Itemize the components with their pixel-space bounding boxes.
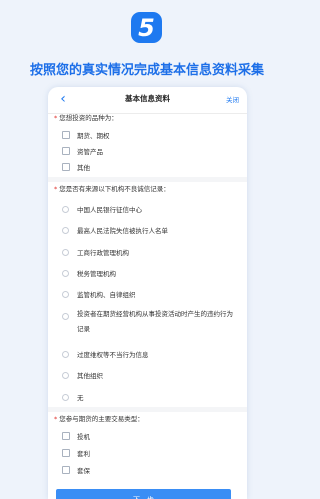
page-headline: 按照您的真实情况完成基本信息资料采集	[29, 63, 264, 78]
radio-option[interactable]: 无	[62, 392, 84, 402]
checkbox[interactable]	[62, 163, 70, 171]
nav-bar: ‹ 基本信息资料 关闭	[48, 87, 247, 114]
checkbox-option[interactable]: 期货、期权	[62, 130, 110, 140]
radio-button[interactable]	[62, 290, 69, 298]
checkbox-option[interactable]: 其他	[62, 162, 90, 172]
checkbox[interactable]	[62, 131, 70, 139]
step-number-badge: 5	[131, 12, 162, 43]
section-divider	[48, 177, 247, 182]
radio-option[interactable]: 投资者在期货经营机构从事投资活动时产生的违约行为记录	[62, 310, 237, 337]
radio-button[interactable]	[62, 393, 69, 401]
section-title-products: * 您想投资的品种为：	[54, 114, 118, 122]
phone-screen: ‹ 基本信息资料 关闭 * 您想投资的品种为： 期货、期权 资管产品 其他 * 您是…	[48, 87, 247, 499]
checkbox-option[interactable]: 套保	[62, 465, 90, 475]
radio-button[interactable]	[62, 248, 69, 256]
radio-option[interactable]: 中国人民银行征信中心	[62, 204, 142, 214]
next-step-button[interactable]: 下一步	[56, 489, 231, 499]
checkbox[interactable]	[62, 147, 70, 155]
radio-button[interactable]	[62, 269, 69, 277]
checkbox-option[interactable]: 套利	[62, 448, 90, 458]
radio-option[interactable]: 税务管理机构	[62, 268, 116, 278]
radio-option[interactable]: 监管机构、自律组织	[62, 289, 136, 299]
radio-button[interactable]	[62, 371, 69, 379]
radio-option[interactable]: 工商行政管理机构	[62, 247, 129, 257]
radio-button[interactable]	[62, 226, 69, 234]
radio-button[interactable]	[62, 205, 69, 213]
checkbox[interactable]	[62, 432, 70, 440]
radio-button[interactable]	[62, 350, 69, 358]
radio-option[interactable]: 最高人民法院失信被执行人名单	[62, 225, 168, 235]
nav-title: 基本信息资料	[125, 94, 170, 103]
radio-option[interactable]: 过度维权等不当行为信息	[62, 349, 149, 359]
checkbox-option[interactable]: 资管产品	[62, 146, 103, 156]
radio-button[interactable]	[62, 313, 69, 320]
checkbox[interactable]	[62, 466, 70, 474]
close-button[interactable]: 关闭	[226, 94, 239, 104]
radio-option[interactable]: 其他组织	[62, 370, 103, 380]
checkbox[interactable]	[62, 449, 70, 457]
section-title-trade-type: * 您参与期货的主要交易类型：	[54, 415, 144, 423]
checkbox-option[interactable]: 投机	[62, 431, 90, 441]
section-title-credit-record: * 您是否有来源以下机构不良诚信记录：	[54, 185, 170, 193]
section-divider	[48, 407, 247, 412]
